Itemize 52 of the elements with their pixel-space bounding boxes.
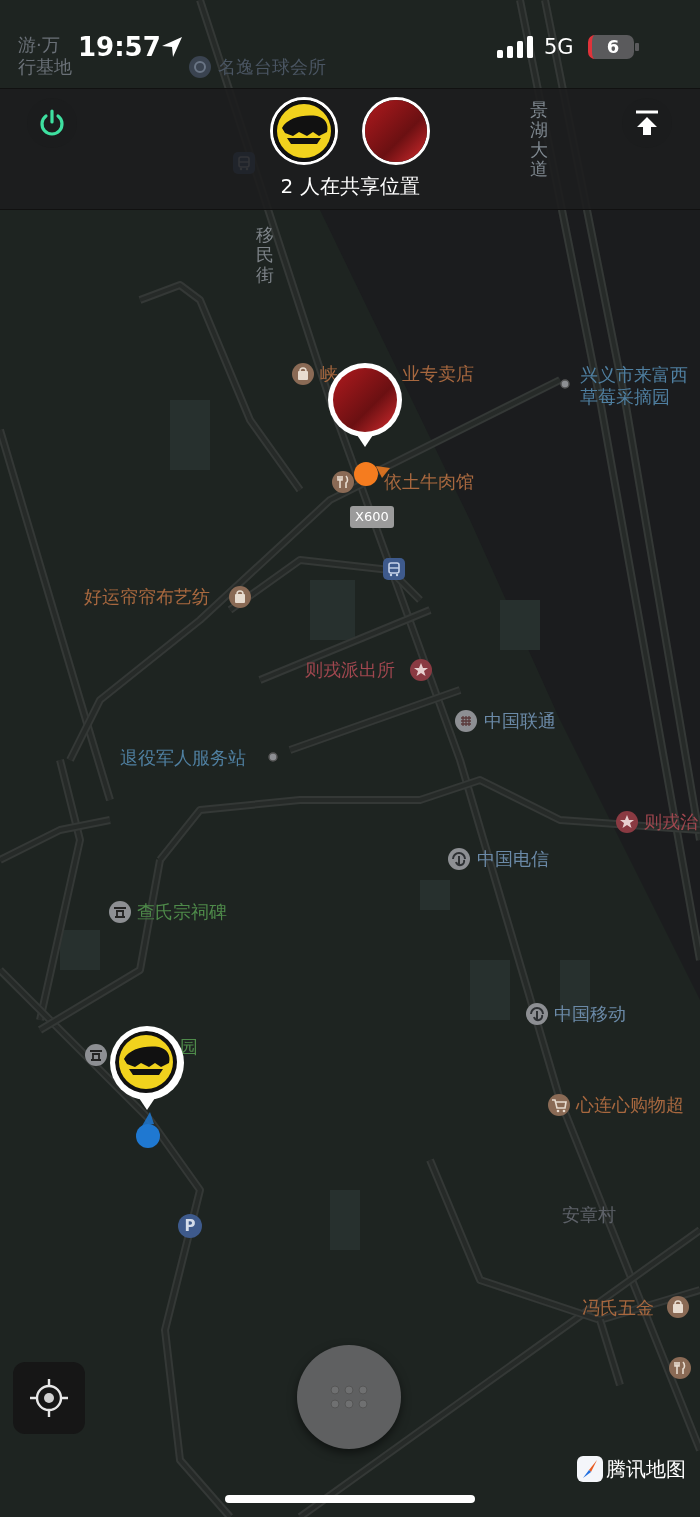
map-label: 退役军人服务站 [120, 747, 246, 769]
map-label: 景湖大道 [530, 100, 548, 180]
map-label: 则戎治 [644, 811, 698, 833]
power-icon [37, 108, 67, 138]
road-number-label: X600 [350, 506, 394, 528]
map-label: 兴义市来富西 草莓采摘园 [580, 364, 688, 408]
map-label: 中国联通 [484, 710, 556, 732]
shopping-bag-icon [667, 1296, 689, 1318]
bus-icon [383, 558, 405, 580]
map-label: 园 [180, 1036, 198, 1058]
map-label: 峡 [320, 363, 338, 385]
compass-needle-icon [577, 1456, 603, 1482]
battery-cap-icon [635, 43, 639, 51]
location-arrow-icon [160, 35, 184, 59]
map-label: 依土牛肉馆 [384, 471, 474, 493]
map-label: 移民街 [256, 225, 274, 285]
map-label: 中国电信 [477, 848, 549, 870]
grid-dots-icon [329, 1384, 369, 1410]
crosshair-icon [28, 1377, 70, 1419]
emblem-icon [189, 56, 211, 78]
map-label: 中国移动 [554, 1003, 626, 1025]
shopping-bag-icon [229, 586, 251, 608]
photo-placeholder [365, 100, 427, 162]
fork-knife-icon [669, 1357, 691, 1379]
map-label: 心连心购物超 [576, 1094, 684, 1116]
sharing-status-text: 2 人在共享位置 [279, 173, 421, 199]
map-label: 游·万 行基地 [18, 34, 72, 78]
map-label: 则戎派出所 [305, 659, 395, 681]
swirl-icon [526, 1003, 548, 1025]
map-label: 查氏宗祠碑 [137, 901, 227, 923]
map-label: 好运帘帘布艺纺 [84, 586, 210, 608]
cart-icon [548, 1094, 570, 1116]
dot-icon [560, 379, 570, 389]
map-label: 冯氏五金 [582, 1297, 654, 1319]
map-label: 名逸台球会所 [218, 56, 326, 78]
gate-icon [85, 1044, 107, 1066]
map-provider-label: 腾讯地图 [606, 1456, 686, 1482]
location-dot-icon [136, 1112, 160, 1148]
swirl-icon [448, 848, 470, 870]
knot-icon [455, 710, 477, 732]
map-label: 安章村 [562, 1204, 616, 1226]
battery-level: 6 [588, 35, 634, 59]
arrow-to-top-icon [633, 109, 661, 137]
fork-knife-icon [332, 471, 354, 493]
gate-icon [109, 901, 131, 923]
status-time: 19:57 [78, 31, 161, 64]
dot-icon [268, 752, 278, 762]
map-label: 业专卖店 [402, 363, 474, 385]
signal-bars-icon [497, 36, 533, 58]
shopping-bag-icon [292, 363, 314, 385]
network-type: 5G [544, 34, 574, 60]
locate-me-button[interactable] [13, 1362, 85, 1434]
